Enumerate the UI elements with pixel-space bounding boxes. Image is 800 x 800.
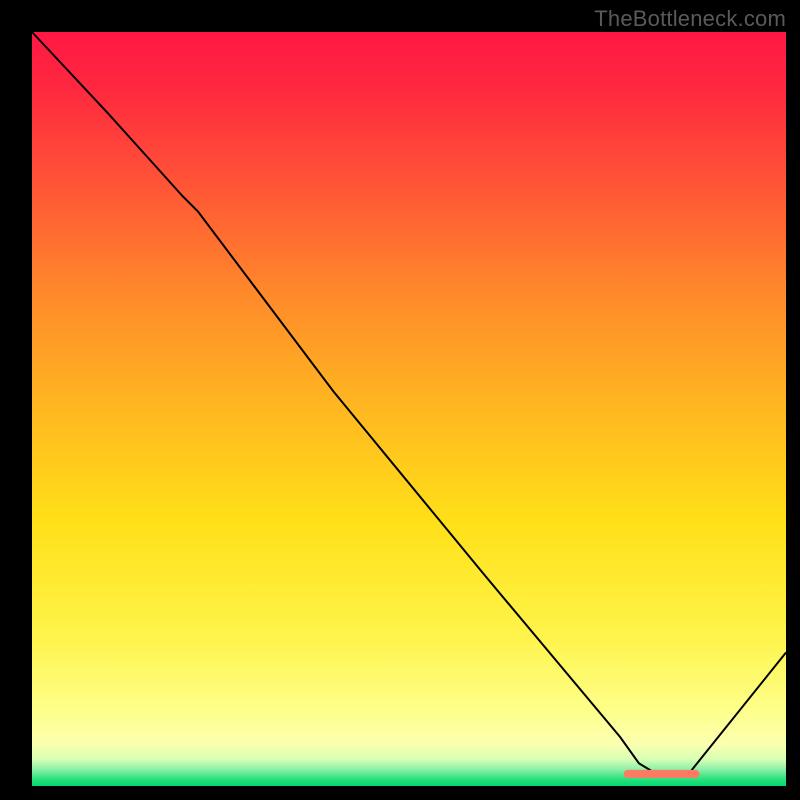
gradient-background (32, 32, 786, 786)
bottleneck-chart (32, 32, 786, 786)
chart-frame: TheBottleneck.com (0, 0, 800, 800)
watermark-label: TheBottleneck.com (594, 6, 786, 32)
